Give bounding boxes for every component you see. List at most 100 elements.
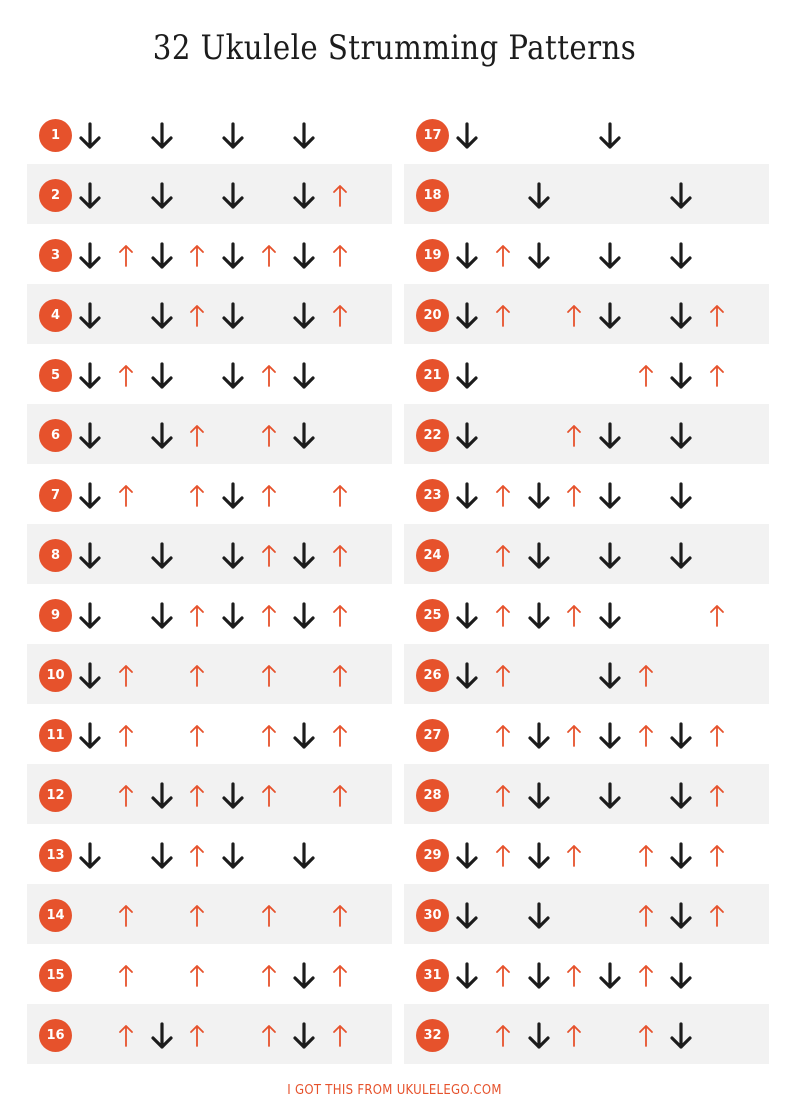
- down-strum: [218, 599, 248, 633]
- down-strum: [147, 599, 177, 633]
- up-strum: [631, 1019, 661, 1053]
- down-strum-arrow-icon: [599, 962, 621, 989]
- patterns-column-left: 1 2 3 4 5 6 7 8 9 10 11 12 13 14 15 16: [27, 104, 392, 1064]
- down-strum: [218, 359, 248, 393]
- down-strum: [289, 239, 319, 273]
- down-strum-arrow-icon: [456, 662, 478, 689]
- down-strum-arrow-icon: [670, 542, 692, 569]
- pattern-row: 25: [404, 584, 769, 644]
- up-strum-arrow-icon: [567, 605, 581, 627]
- down-strum-arrow-icon: [528, 962, 550, 989]
- up-strum: [631, 959, 661, 993]
- pattern-number-badge: 1: [39, 119, 72, 152]
- down-strum: [147, 119, 177, 153]
- up-strum: [702, 899, 732, 933]
- up-strum-arrow-icon: [710, 905, 724, 927]
- down-strum-arrow-icon: [670, 962, 692, 989]
- up-strum-arrow-icon: [262, 905, 276, 927]
- down-strum: [666, 719, 696, 753]
- down-strum: [452, 239, 482, 273]
- pattern-row: 32: [404, 1004, 769, 1064]
- up-strum: [702, 779, 732, 813]
- down-strum-arrow-icon: [670, 482, 692, 509]
- up-strum-arrow-icon: [262, 425, 276, 447]
- down-strum-arrow-icon: [151, 122, 173, 149]
- up-strum-arrow-icon: [333, 185, 347, 207]
- down-strum: [289, 539, 319, 573]
- down-strum-arrow-icon: [151, 782, 173, 809]
- pattern-row: 6: [27, 404, 392, 464]
- up-strum-arrow-icon: [639, 905, 653, 927]
- down-strum-arrow-icon: [528, 482, 550, 509]
- down-strum-arrow-icon: [293, 602, 315, 629]
- up-strum: [702, 839, 732, 873]
- down-strum: [147, 239, 177, 273]
- up-strum: [182, 839, 212, 873]
- pattern-number-badge: 27: [416, 719, 449, 752]
- down-strum-arrow-icon: [456, 302, 478, 329]
- down-strum-arrow-icon: [151, 422, 173, 449]
- down-strum-arrow-icon: [599, 602, 621, 629]
- down-strum: [218, 839, 248, 873]
- up-strum: [325, 659, 355, 693]
- pattern-number-badge: 7: [39, 479, 72, 512]
- pattern-number-badge: 3: [39, 239, 72, 272]
- up-strum: [325, 479, 355, 513]
- up-strum: [182, 719, 212, 753]
- up-strum: [111, 1019, 141, 1053]
- down-strum: [595, 239, 625, 273]
- up-strum-arrow-icon: [639, 1025, 653, 1047]
- pattern-number-badge: 9: [39, 599, 72, 632]
- up-strum: [254, 959, 284, 993]
- pattern-row: 31: [404, 944, 769, 1004]
- up-strum: [111, 479, 141, 513]
- pattern-number-badge: 16: [39, 1019, 72, 1052]
- up-strum: [111, 899, 141, 933]
- down-strum-arrow-icon: [151, 542, 173, 569]
- up-strum: [182, 659, 212, 693]
- down-strum: [595, 539, 625, 573]
- down-strum: [666, 1019, 696, 1053]
- up-strum: [182, 419, 212, 453]
- up-strum: [182, 959, 212, 993]
- up-strum: [702, 719, 732, 753]
- pattern-number-badge: 6: [39, 419, 72, 452]
- up-strum: [488, 539, 518, 573]
- up-strum-arrow-icon: [262, 485, 276, 507]
- down-strum-arrow-icon: [79, 302, 101, 329]
- pattern-row: 15: [27, 944, 392, 1004]
- down-strum: [452, 959, 482, 993]
- down-strum: [75, 179, 105, 213]
- down-strum-arrow-icon: [222, 362, 244, 389]
- pattern-number-badge: 30: [416, 899, 449, 932]
- down-strum-arrow-icon: [293, 542, 315, 569]
- up-strum-arrow-icon: [262, 545, 276, 567]
- pattern-row: 30: [404, 884, 769, 944]
- pattern-row: 17: [404, 104, 769, 164]
- down-strum-arrow-icon: [670, 242, 692, 269]
- down-strum: [218, 779, 248, 813]
- down-strum: [595, 119, 625, 153]
- pattern-number-badge: 10: [39, 659, 72, 692]
- down-strum-arrow-icon: [670, 422, 692, 449]
- pattern-row: 14: [27, 884, 392, 944]
- up-strum-arrow-icon: [190, 725, 204, 747]
- down-strum-arrow-icon: [599, 302, 621, 329]
- down-strum: [75, 659, 105, 693]
- down-strum-arrow-icon: [79, 542, 101, 569]
- up-strum-arrow-icon: [333, 545, 347, 567]
- down-strum: [75, 419, 105, 453]
- pattern-row: 5: [27, 344, 392, 404]
- down-strum: [147, 419, 177, 453]
- up-strum-arrow-icon: [567, 425, 581, 447]
- pattern-row: 23: [404, 464, 769, 524]
- down-strum-arrow-icon: [456, 122, 478, 149]
- up-strum-arrow-icon: [710, 785, 724, 807]
- up-strum-arrow-icon: [333, 485, 347, 507]
- down-strum: [147, 839, 177, 873]
- up-strum-arrow-icon: [333, 965, 347, 987]
- up-strum: [182, 779, 212, 813]
- down-strum: [75, 359, 105, 393]
- down-strum: [452, 359, 482, 393]
- down-strum: [666, 239, 696, 273]
